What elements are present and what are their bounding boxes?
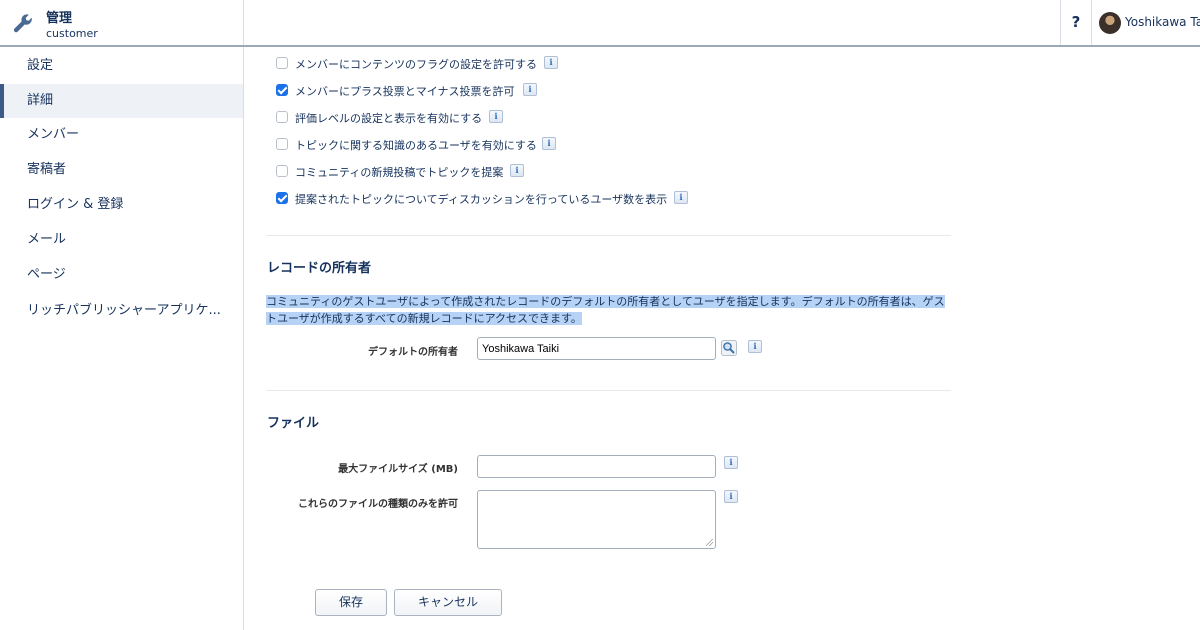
checkbox[interactable] (276, 57, 288, 69)
app-identity: 管理 customer (0, 0, 244, 45)
info-icon[interactable]: i (523, 83, 537, 96)
checkbox[interactable] (276, 165, 288, 177)
info-icon[interactable]: i (748, 340, 762, 353)
top-header: 管理 customer ? Yoshikawa Ta (0, 0, 1200, 47)
default-owner-label: デフォルトの所有者 (368, 347, 458, 358)
record-owner-description: コミュニティのゲストユーザによって作成されたレコードのデフォルトの所有者としてユ… (266, 293, 950, 327)
user-name: Yoshikawa Ta (1125, 15, 1200, 29)
description-text: コミュニティのゲストユーザによって作成されたレコードのデフォルトの所有者としてユ… (266, 295, 945, 325)
cancel-button[interactable]: キャンセル (394, 589, 502, 616)
wrench-icon (13, 14, 32, 33)
sidebar-item-contributors[interactable]: 寄稿者 (0, 153, 243, 187)
sidebar-item-members[interactable]: メンバー (0, 118, 243, 152)
checkbox[interactable] (276, 111, 288, 123)
section-divider (266, 235, 951, 236)
checkbox-label: トピックに関する知識のあるユーザを有効にする (295, 139, 537, 152)
info-icon[interactable]: i (674, 191, 688, 204)
default-owner-input[interactable] (477, 337, 716, 360)
section-divider (266, 390, 951, 391)
checkbox-label: メンバーにプラス投票とマイナス投票を許可 (295, 85, 515, 98)
checkbox[interactable] (276, 138, 288, 150)
sidebar-item-email[interactable]: メール (0, 223, 243, 257)
main-content: メンバーにコンテンツのフラグの設定を許可する i メンバーにプラス投票とマイナス… (245, 47, 1200, 630)
help-button[interactable]: ? (1060, 0, 1092, 45)
info-icon[interactable]: i (724, 456, 738, 469)
max-file-size-label: 最大ファイルサイズ (MB) (338, 464, 458, 475)
lookup-icon[interactable] (721, 340, 737, 356)
app-title: 管理 (46, 11, 73, 26)
app-subtitle: customer (46, 27, 98, 40)
info-icon[interactable]: i (489, 110, 503, 123)
record-owner-heading: レコードの所有者 (267, 261, 372, 276)
info-icon[interactable]: i (510, 164, 524, 177)
files-heading: ファイル (267, 416, 320, 431)
checkbox[interactable] (276, 84, 288, 96)
avatar (1099, 12, 1121, 34)
max-file-size-input[interactable] (477, 455, 716, 478)
checkbox-label: 評価レベルの設定と表示を有効にする (295, 112, 483, 125)
sidebar-item-login-registration[interactable]: ログイン & 登録 (0, 188, 243, 222)
info-icon[interactable]: i (542, 137, 556, 150)
sidebar-item-settings[interactable]: 設定 (0, 49, 243, 83)
save-button[interactable]: 保存 (315, 589, 387, 616)
info-icon[interactable]: i (544, 56, 558, 69)
sidebar-item-details[interactable]: 詳細 (0, 84, 243, 118)
checkbox[interactable] (276, 192, 288, 204)
allowed-file-types-textarea[interactable] (477, 490, 716, 549)
checkbox-label: 提案されたトピックについてディスカッションを行っているユーザ数を表示 (295, 193, 668, 206)
sidebar-item-pages[interactable]: ページ (0, 258, 243, 292)
sidebar: 設定 詳細 メンバー 寄稿者 ログイン & 登録 メール ページ リッチパブリッ… (0, 47, 244, 630)
sidebar-item-rich-publisher-apps[interactable]: リッチパブリッシャーアプリケ... (0, 294, 243, 328)
allowed-file-types-label: これらのファイルの種類のみを許可 (298, 499, 458, 510)
info-icon[interactable]: i (724, 490, 738, 503)
checkbox-label: コミュニティの新規投稿でトピックを提案 (295, 166, 504, 179)
checkbox-label: メンバーにコンテンツのフラグの設定を許可する (295, 58, 537, 71)
resize-handle-icon[interactable] (706, 539, 713, 546)
